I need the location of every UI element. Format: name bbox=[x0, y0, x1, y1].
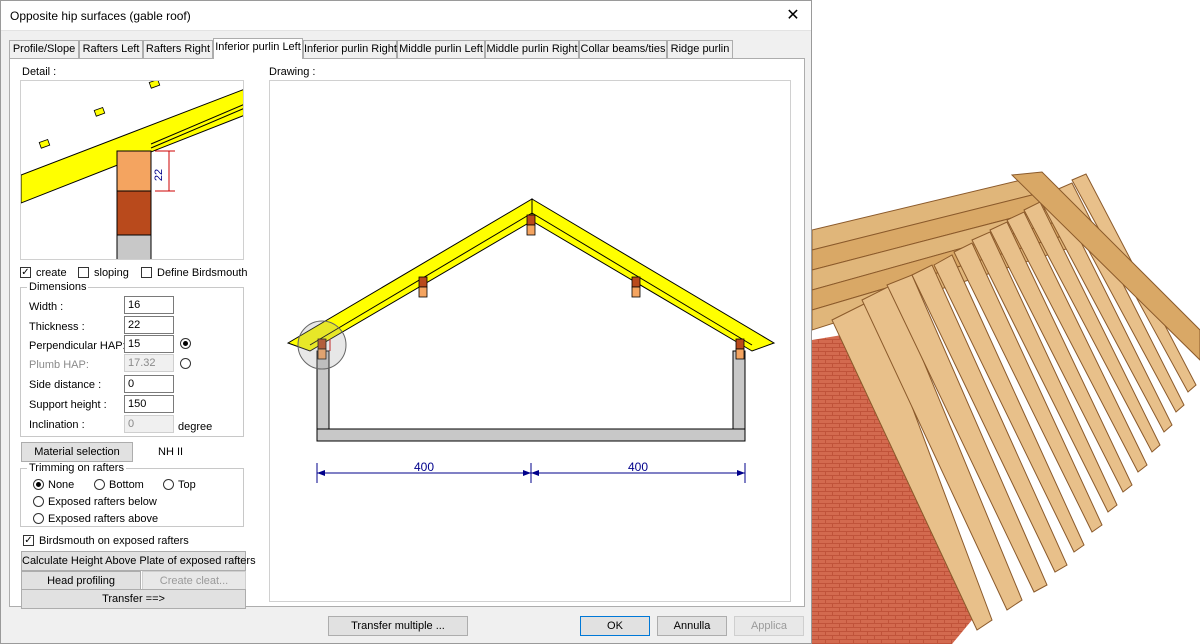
transfer-button[interactable]: Transfer ==> bbox=[21, 589, 246, 609]
window-title: Opposite hip surfaces (gable roof) bbox=[10, 9, 191, 23]
close-icon: ✕ bbox=[786, 7, 800, 24]
tab-inferior-purlin-left[interactable]: Inferior purlin Left bbox=[213, 38, 303, 59]
tab-profile-slope[interactable]: Profile/Slope bbox=[9, 40, 79, 58]
inclination-label: Inclination : bbox=[29, 419, 85, 431]
drawing-label: Drawing : bbox=[269, 66, 316, 78]
width-input[interactable] bbox=[124, 296, 174, 314]
trimming-none-radio[interactable] bbox=[33, 479, 44, 490]
drawing-canvas: 400 400 bbox=[269, 80, 791, 602]
tab-middle-purlin-right[interactable]: Middle purlin Right bbox=[485, 40, 579, 58]
transfer-multiple-button[interactable]: Transfer multiple ... bbox=[328, 616, 468, 636]
side-distance-label: Side distance : bbox=[29, 379, 102, 391]
head-profiling-button[interactable]: Head profiling bbox=[21, 571, 141, 591]
tab-rafters-left[interactable]: Rafters Left bbox=[79, 40, 143, 58]
trimming-bottom-radio[interactable] bbox=[94, 479, 105, 490]
define-birdsmouth-label: Define Birdsmouth bbox=[157, 267, 248, 279]
detail-highlight-circle bbox=[297, 320, 347, 370]
roof-3d-render bbox=[812, 0, 1200, 644]
exposed-above-label: Exposed rafters above bbox=[48, 513, 159, 525]
cancel-button[interactable]: Annulla bbox=[657, 616, 727, 636]
perpendicular-hap-label: Perpendicular HAP: bbox=[29, 340, 126, 352]
tab-middle-purlin-left[interactable]: Middle purlin Left bbox=[397, 40, 485, 58]
detail-preview: 22 bbox=[20, 80, 244, 260]
dialog-window: Opposite hip surfaces (gable roof) ✕ Pro… bbox=[0, 0, 812, 644]
exposed-below-radio[interactable] bbox=[33, 496, 44, 507]
thickness-input[interactable] bbox=[124, 316, 174, 334]
exposed-above-radio[interactable] bbox=[33, 513, 44, 524]
plumb-hap-label: Plumb HAP: bbox=[29, 359, 89, 371]
trimming-title: Trimming on rafters bbox=[27, 462, 126, 474]
tab-rafters-right[interactable]: Rafters Right bbox=[143, 40, 213, 58]
perpendicular-hap-input[interactable] bbox=[124, 335, 174, 353]
support-height-label: Support height : bbox=[29, 399, 107, 411]
tab-inferior-purlin-right[interactable]: Inferior purlin Right bbox=[303, 40, 397, 58]
inclination-input[interactable] bbox=[124, 415, 174, 433]
title-bar: Opposite hip surfaces (gable roof) ✕ bbox=[1, 1, 811, 31]
sloping-checkbox[interactable] bbox=[78, 267, 89, 278]
tab-collar-beams-ties[interactable]: Collar beams/ties bbox=[579, 40, 667, 58]
tab-ridge-purlin[interactable]: Ridge purlin bbox=[667, 40, 733, 58]
create-label: create bbox=[36, 267, 67, 279]
trimming-none-label: None bbox=[48, 479, 75, 491]
birdsmouth-exposed-checkbox[interactable]: ✓ bbox=[23, 535, 34, 546]
plumb-hap-input[interactable] bbox=[124, 354, 174, 372]
side-distance-input[interactable] bbox=[124, 375, 174, 393]
trimming-top-radio[interactable] bbox=[163, 479, 174, 490]
exposed-below-label: Exposed rafters below bbox=[48, 496, 157, 508]
drawing-dimension-line: 400 400 bbox=[316, 460, 746, 483]
detail-label: Detail : bbox=[22, 66, 57, 78]
drawing-walls bbox=[316, 350, 746, 442]
ok-button[interactable]: OK bbox=[580, 616, 650, 636]
calculate-hap-button[interactable]: Calculate Height Above Plate of exposed … bbox=[21, 551, 256, 571]
perpendicular-hap-radio[interactable] bbox=[180, 338, 191, 349]
thickness-label: Thickness : bbox=[29, 321, 85, 333]
create-cleat-button[interactable]: Create cleat... bbox=[142, 571, 246, 591]
apply-button[interactable]: Applica bbox=[734, 616, 804, 636]
define-birdsmouth-checkbox[interactable] bbox=[141, 267, 152, 278]
dimension-right-value: 400 bbox=[628, 460, 648, 474]
sloping-label: sloping bbox=[94, 267, 129, 279]
material-selection-button[interactable]: Material selection bbox=[21, 442, 133, 462]
detail-dimension-value: 22 bbox=[153, 169, 165, 181]
dimension-left-value: 400 bbox=[414, 460, 434, 474]
dimensions-title: Dimensions bbox=[27, 281, 89, 293]
material-value: NH II bbox=[158, 446, 184, 458]
trimming-top-label: Top bbox=[178, 479, 196, 491]
trimming-bottom-label: Bottom bbox=[109, 479, 144, 491]
support-height-input[interactable] bbox=[124, 395, 174, 413]
close-button[interactable]: ✕ bbox=[781, 4, 805, 28]
inclination-unit: degree bbox=[178, 421, 213, 433]
width-label: Width : bbox=[29, 301, 64, 313]
create-checkbox[interactable]: ✓ bbox=[20, 267, 31, 278]
birdsmouth-exposed-label: Birdsmouth on exposed rafters bbox=[39, 535, 189, 547]
plumb-hap-radio[interactable] bbox=[180, 358, 191, 369]
